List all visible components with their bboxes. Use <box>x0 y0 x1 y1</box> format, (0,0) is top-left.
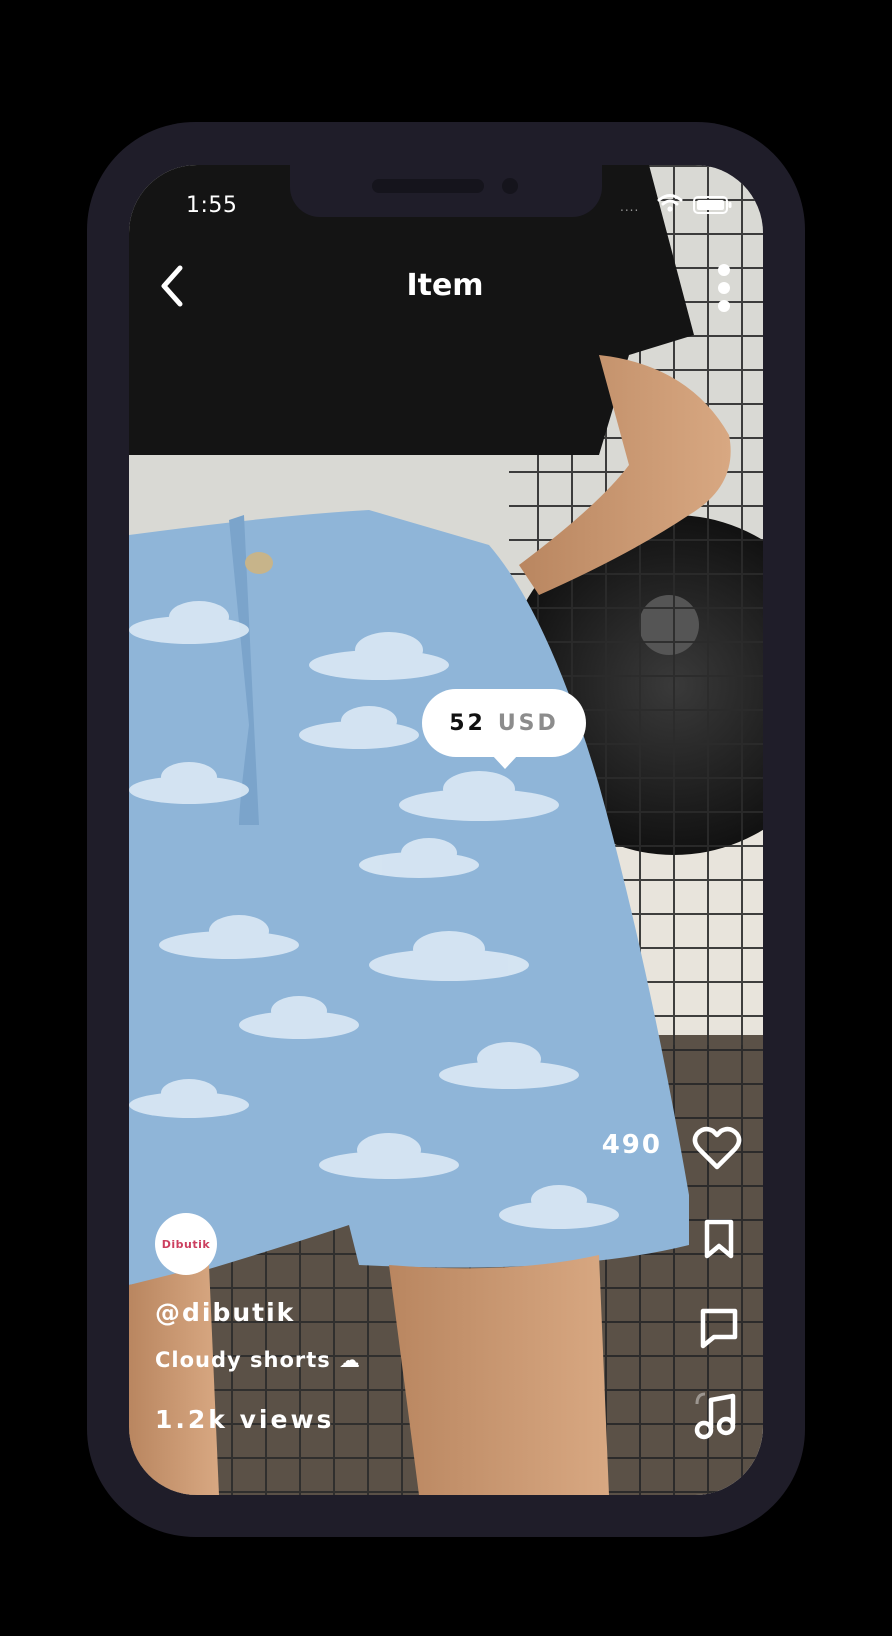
price-amount: 52 <box>449 710 486 736</box>
heart-icon[interactable] <box>692 1125 742 1171</box>
wifi-icon <box>657 194 683 212</box>
price-tag[interactable]: 52 USD <box>422 689 586 769</box>
seller-avatar-logo: Dibutik <box>161 1237 211 1251</box>
screen <box>129 165 763 1495</box>
battery-icon <box>693 196 732 214</box>
item-photo <box>129 165 763 1495</box>
device-notch <box>290 165 602 217</box>
speaker <box>372 179 484 193</box>
view-count: 1.2k views <box>155 1405 335 1434</box>
page-title: Item <box>406 268 484 303</box>
like-count: 490 <box>601 1130 662 1160</box>
more-options-icon[interactable] <box>713 262 735 314</box>
bookmark-icon[interactable] <box>702 1218 736 1260</box>
price-currency: USD <box>497 710 559 736</box>
music-note-icon[interactable] <box>689 1390 741 1442</box>
item-title: Cloudy shorts ☁ <box>155 1348 362 1372</box>
status-time: 1:55 <box>186 193 238 218</box>
signal-indicator: .... <box>620 200 640 214</box>
front-camera <box>502 178 518 194</box>
back-chevron-icon[interactable] <box>158 264 186 308</box>
seller-username[interactable]: @dibutik <box>155 1298 295 1327</box>
comment-icon[interactable] <box>698 1306 740 1350</box>
seller-avatar[interactable]: Dibutik <box>155 1213 217 1275</box>
